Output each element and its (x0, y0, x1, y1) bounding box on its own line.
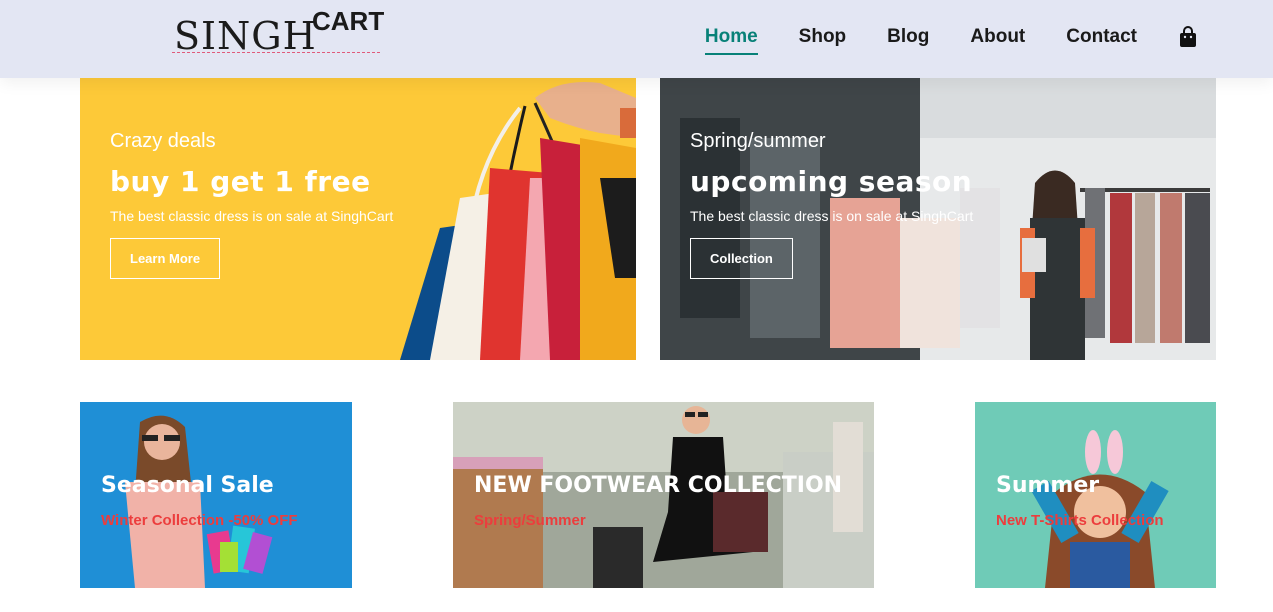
promo-3-subtitle: New T-Shirts Collection (996, 512, 1164, 529)
banner-1-content: Crazy deals buy 1 get 1 free The best cl… (110, 130, 393, 279)
banner-crazy-deals: Crazy deals buy 1 get 1 free The best cl… (80, 78, 636, 360)
nav-blog[interactable]: Blog (887, 25, 929, 49)
banner-1-title: buy 1 get 1 free (110, 165, 371, 198)
banner-1-description: The best classic dress is on sale at Sin… (110, 208, 394, 224)
shopping-bag-icon[interactable] (1179, 26, 1197, 48)
collection-button[interactable]: Collection (690, 238, 793, 279)
promo-2-subtitle: Spring/Summer (474, 512, 586, 529)
banner-upcoming-season: Spring/summer upcoming season The best c… (660, 78, 1216, 360)
nav-contact[interactable]: Contact (1066, 25, 1137, 49)
promo-seasonal-sale[interactable]: Seasonal Sale Winter Collection -50% OFF (80, 402, 352, 588)
banner-1-subtitle: Crazy deals (110, 130, 216, 152)
banner-2-description: The best classic dress is on sale at Sin… (690, 208, 974, 224)
site-header: SINGH CART Home Shop Blog About Contact (0, 0, 1273, 78)
logo-sup-text: CART (312, 6, 385, 36)
nav-home[interactable]: Home (704, 25, 758, 55)
promo-1-subtitle: Winter Collection -50% OFF (101, 512, 298, 529)
banner-2-content: Spring/summer upcoming season The best c… (690, 130, 973, 279)
learn-more-button[interactable]: Learn More (110, 238, 221, 279)
promo-summer[interactable]: Summer New T-Shirts Collection (975, 402, 1216, 588)
logo[interactable]: SINGH CART (172, 6, 385, 58)
banner-2-title: upcoming season (690, 165, 973, 198)
promo-3-content: Summer New T-Shirts Collection (996, 473, 1164, 529)
banner-2-subtitle: Spring/summer (690, 130, 826, 152)
promo-3-title: Summer (996, 473, 1100, 498)
promo-1-content: Seasonal Sale Winter Collection -50% OFF (101, 473, 298, 529)
logo-underline (172, 52, 380, 53)
promo-new-footwear[interactable]: NEW FOOTWEAR COLLECTION Spring/Summer (453, 402, 874, 588)
nav-about[interactable]: About (970, 25, 1025, 49)
promo-2-title: NEW FOOTWEAR COLLECTION (474, 473, 843, 498)
promo-2-content: NEW FOOTWEAR COLLECTION Spring/Summer (474, 473, 842, 529)
promo-1-title: Seasonal Sale (101, 473, 274, 498)
nav-shop[interactable]: Shop (799, 25, 847, 49)
main-nav: Home Shop Blog About Contact (664, 25, 1197, 55)
